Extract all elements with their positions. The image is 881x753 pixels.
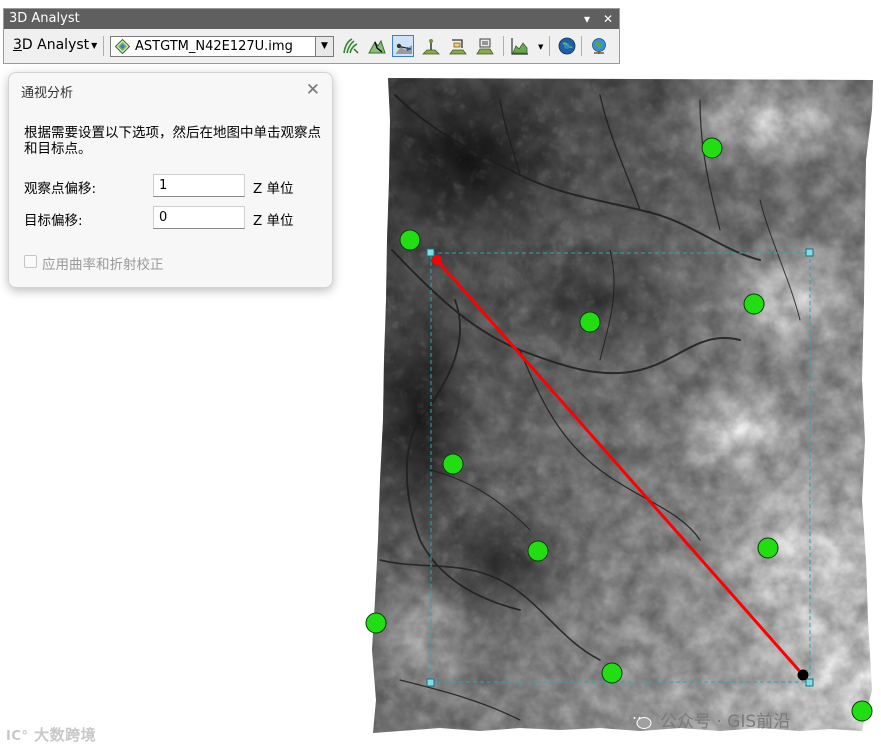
line-of-sight-button[interactable] (392, 35, 414, 57)
chevron-down-icon[interactable]: ▼ (538, 43, 543, 51)
selection-handle[interactable] (805, 678, 814, 687)
selection-handle[interactable] (426, 248, 435, 257)
line-of-sight-icon (396, 43, 412, 54)
interpolate-line-icon (449, 39, 467, 55)
wechat-icon (629, 713, 652, 729)
curvature-label: 应用曲率和折射校正 (42, 257, 164, 273)
arcscene-button[interactable] (556, 35, 578, 57)
interpolate-line-button[interactable] (447, 35, 469, 57)
observer-offset-input[interactable]: 1 (153, 174, 245, 197)
target-offset-label: 目标偏移: (24, 213, 83, 229)
close-icon[interactable]: ✕ (306, 80, 320, 100)
observer-point[interactable] (432, 255, 442, 265)
layer-dropdown[interactable]: ASTGTM_N42E127U.img ▼ (110, 36, 334, 57)
map-point[interactable] (701, 137, 723, 159)
contour-tool-button[interactable] (340, 35, 362, 57)
watermark-logo-icon: IC° (6, 729, 29, 744)
toolbar-separator (549, 36, 550, 56)
toolbar-title: 3D Analyst (9, 11, 80, 26)
layer-name: ASTGTM_N42E127U.img (135, 39, 293, 54)
map-point[interactable] (851, 700, 873, 722)
toolbar-separator (581, 36, 582, 56)
profile-graph-icon (511, 38, 528, 55)
contour-tool-icon (343, 38, 359, 54)
panel-title: 通视分析 (21, 86, 74, 101)
map-point[interactable] (601, 662, 623, 684)
arcglobe-icon (592, 38, 606, 54)
toolbar-separator (103, 36, 104, 56)
raster-layer-icon (115, 39, 130, 54)
close-icon[interactable]: ✕ (603, 9, 613, 29)
steepest-path-button[interactable] (366, 35, 388, 57)
map-point[interactable] (743, 293, 765, 315)
watermark-right-text: 公众号 · GIS前沿 (660, 712, 791, 732)
map-point[interactable] (579, 311, 601, 333)
interpolate-polygon-icon (476, 38, 494, 55)
3d-analyst-toolbar: 3D Analyst ▾ ✕ 3D Analyst ▼ ASTGTM_N42E12… (3, 8, 620, 64)
interpolate-point-button[interactable] (420, 35, 442, 57)
toolbar-titlebar[interactable]: 3D Analyst ▾ ✕ (4, 9, 619, 29)
map-point[interactable] (365, 612, 387, 634)
arcglobe-button[interactable] (588, 35, 610, 57)
menu-label: 3D Analyst (13, 37, 90, 53)
map-point[interactable] (757, 537, 779, 559)
curvature-checkbox[interactable] (24, 255, 37, 268)
selection-handle[interactable] (426, 678, 435, 687)
panel-instructions: 根据需要设置以下选项，然后在地图中单击观察点和目标点。 (24, 125, 321, 157)
observer-offset-unit: Z 单位 (253, 181, 294, 197)
watermark-right: 公众号 · GIS前沿 (628, 707, 790, 732)
map-point[interactable] (527, 540, 549, 562)
map-point[interactable] (442, 453, 464, 475)
chevron-down-icon: ▼ (91, 40, 98, 50)
steepest-path-icon (368, 39, 386, 54)
watermark-left-text: 大数跨境 (34, 726, 97, 744)
line-of-sight-panel: 通视分析 ✕ 根据需要设置以下选项，然后在地图中单击观察点和目标点。 观察点偏移… (8, 72, 333, 288)
selection-handle[interactable] (805, 248, 814, 257)
target-offset-unit: Z 单位 (253, 213, 294, 229)
target-offset-input[interactable]: 0 (153, 206, 245, 229)
toolbar-separator (503, 36, 504, 56)
map-point[interactable] (399, 229, 421, 251)
target-point[interactable] (797, 669, 809, 681)
3d-analyst-menu[interactable]: 3D Analyst ▼ (13, 37, 97, 53)
interpolate-polygon-button[interactable] (474, 35, 496, 57)
toolbar-options-icon[interactable]: ▾ (584, 9, 590, 29)
profile-graph-button[interactable] (509, 35, 531, 57)
chevron-down-icon[interactable]: ▼ (315, 37, 333, 56)
watermark-left: IC° 大数跨境 (6, 724, 96, 745)
interpolate-point-icon (422, 39, 440, 55)
arcscene-icon (558, 37, 576, 55)
observer-offset-label: 观察点偏移: (24, 181, 97, 197)
